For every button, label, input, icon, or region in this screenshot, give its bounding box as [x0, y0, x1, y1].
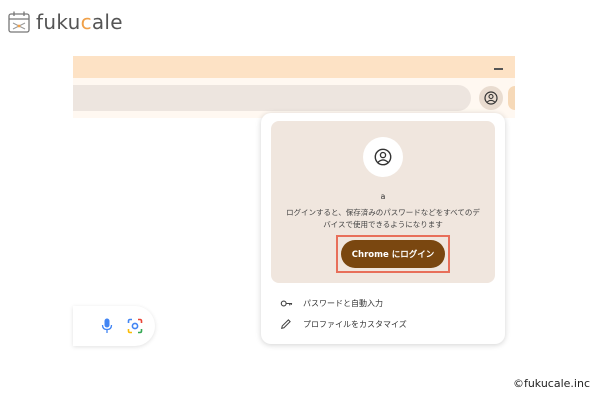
profile-button[interactable]: [479, 86, 503, 110]
avatar: [363, 137, 403, 177]
calendar-logo-icon: [8, 11, 30, 33]
pencil-icon: [281, 319, 291, 329]
key-icon: [280, 300, 292, 306]
minimize-button[interactable]: [491, 60, 505, 74]
address-bar[interactable]: [73, 85, 471, 111]
profile-name: a: [380, 192, 386, 201]
account-circle-icon: [484, 91, 498, 105]
chrome-signin-button[interactable]: Chrome にログイン: [341, 240, 445, 268]
signin-card: a ログインすると、保存済みのパスワードなどをすべてのデバイスで使用できるように…: [271, 121, 495, 283]
menu-item-label: プロファイルをカスタマイズ: [303, 319, 407, 329]
account-circle-icon: [374, 148, 392, 166]
browser-toolbar: [73, 78, 515, 118]
menu-item-customize-profile[interactable]: プロファイルをカスタマイズ: [279, 316, 489, 332]
signin-description: ログインすると、保存済みのパスワードなどをすべてのデバイスで使用できるようになり…: [286, 208, 480, 229]
menu-item-passwords-autofill[interactable]: パスワードと自動入力: [279, 295, 489, 311]
minimize-icon: [493, 68, 503, 70]
fukucale-logo: fukucale: [6, 6, 123, 38]
copyright-text: ©fukucale.inc: [512, 377, 590, 390]
mic-icon[interactable]: [101, 318, 113, 334]
menu-item-label: パスワードと自動入力: [303, 298, 383, 308]
google-search-box[interactable]: [73, 306, 155, 346]
logo-wordmark: fukucale: [36, 10, 123, 34]
extension-button-edge[interactable]: [508, 86, 515, 110]
profile-menu-popup: a ログインすると、保存済みのパスワードなどをすべてのデバイスで使用できるように…: [261, 113, 505, 344]
google-lens-icon[interactable]: [127, 318, 143, 334]
browser-titlebar: [73, 56, 515, 78]
